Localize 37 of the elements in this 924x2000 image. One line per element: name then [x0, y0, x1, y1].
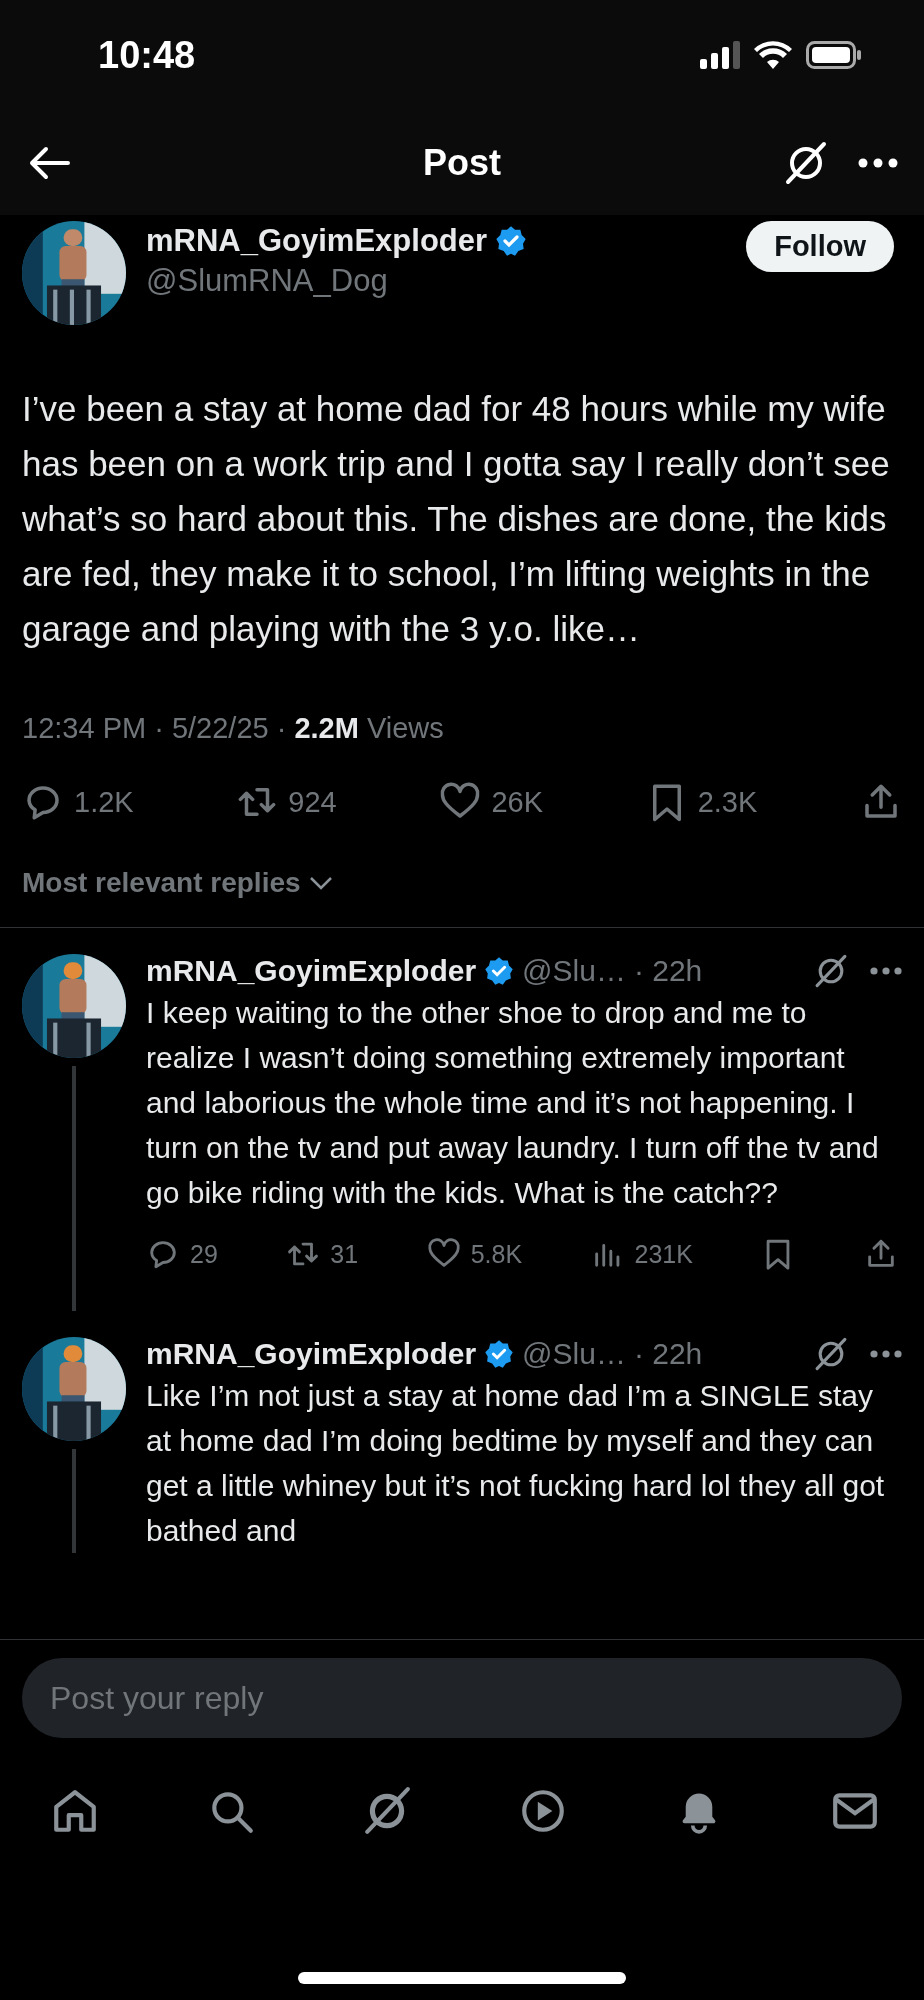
author-name[interactable]: mRNA_GoyimExploder [146, 1337, 477, 1371]
grok-icon[interactable] [814, 954, 848, 988]
more-icon[interactable] [870, 1350, 902, 1358]
wifi-icon [754, 41, 792, 69]
reply-text: I keep waiting to the other shoe to drop and me to realize I wasn’t doing something extremely important and laborious the whole time and it’s not happening. I turn on the tv and put away laundry. I turn off the tv and go bike riding with the kids. What is the catch?? [146, 995, 880, 1211]
more-icon[interactable] [870, 967, 902, 975]
grok-icon[interactable] [784, 140, 828, 185]
action-count: 2.3K [697, 785, 758, 819]
action-count: 26K [491, 785, 543, 819]
author-name[interactable]: mRNA_GoyimExploder [146, 223, 488, 259]
author-name[interactable]: mRNA_GoyimExploder [146, 954, 477, 988]
reply-input-field[interactable]: Post your reply [22, 1658, 902, 1738]
action-count: 5.8K [470, 1239, 523, 1269]
action-count: 29 [190, 1239, 218, 1269]
grok-tab-icon[interactable] [362, 1786, 412, 1836]
author-handle[interactable]: @SlumRNA_Dog [146, 263, 727, 299]
reply-time: · 22h [633, 954, 703, 988]
replies-sort-label[interactable]: Most relevant replies [22, 867, 301, 899]
status-time: 10:48 [98, 33, 196, 77]
action-count: 1.2K [74, 785, 134, 819]
post-meta: 12:34 PM · 5/22/25 · 2.2M Views [22, 712, 445, 745]
author-handle[interactable]: @Slu… [522, 1337, 626, 1371]
action-count: 924 [288, 785, 337, 819]
action-count: 231K [634, 1239, 693, 1269]
page-title: Post [423, 141, 501, 184]
more-icon[interactable] [858, 157, 898, 168]
grok-icon[interactable] [814, 1337, 848, 1371]
action-count: 31 [330, 1239, 359, 1269]
chevron-down-icon[interactable] [308, 876, 333, 890]
reply-time: · 22h [633, 1337, 703, 1371]
post-text: I’ve been a stay at home dad for 48 hours while my wife has been on a work trip and I gotta say I really don’t see what’s so hard about this. The dishes are done, the kids are fed, they make it to school, I’m lifting weights in the garage and playing with the 3 y.o. like… [22, 388, 891, 650]
follow-button[interactable]: Follow [746, 221, 894, 272]
back-icon[interactable] [28, 145, 70, 180]
signal-icon [700, 41, 740, 69]
battery-icon [806, 41, 862, 69]
author-handle[interactable]: @Slu… [522, 954, 626, 988]
reply-text: Like I’m not just a stay at home dad I’m a SINGLE stay at home dad I’m doing bedtime by myself and they can get a little whiney but it’s not fucking hard lol they all got bathed and [146, 1378, 886, 1549]
